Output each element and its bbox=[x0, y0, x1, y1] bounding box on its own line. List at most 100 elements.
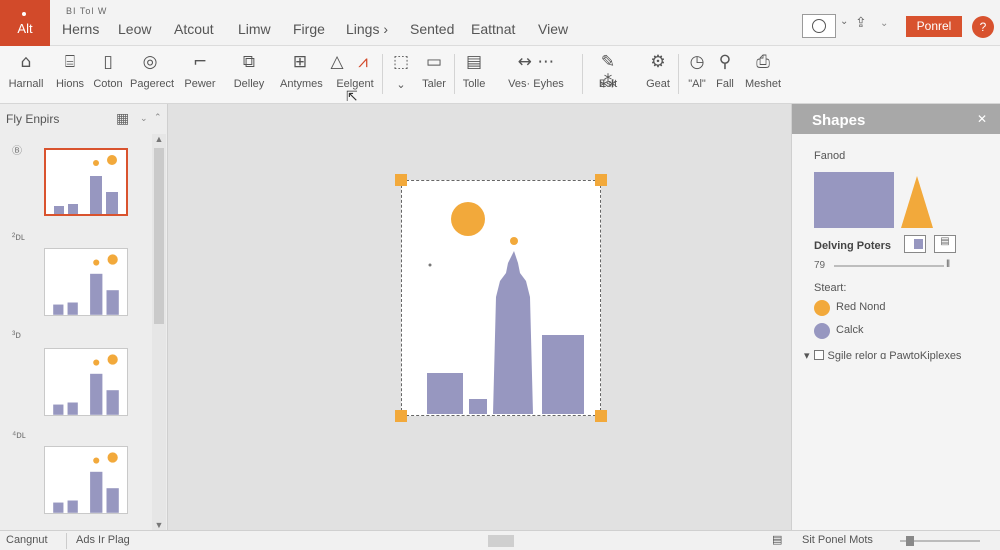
ribbon-divider bbox=[382, 54, 383, 94]
zoom-slider-thumb[interactable] bbox=[906, 536, 914, 546]
status-mid-text[interactable]: Ads Ir Plag bbox=[76, 534, 130, 546]
ribbon-button-eslt[interactable]: ✎ ⁂ Eslt bbox=[590, 50, 626, 98]
triangle-shape[interactable] bbox=[900, 174, 934, 230]
slide-thumbnail-3[interactable] bbox=[44, 348, 128, 416]
ribbon-button-coton[interactable]: ▯ Coton bbox=[93, 50, 122, 98]
arrow-shape-icon: ⩘ bbox=[358, 52, 368, 72]
table-icon: ▤ bbox=[465, 52, 483, 72]
menu-item-eattnat[interactable]: Eattnat bbox=[471, 21, 515, 37]
close-icon[interactable]: ✕ bbox=[977, 112, 987, 126]
thumbnail-preview bbox=[53, 254, 119, 315]
checkbox-icon[interactable] bbox=[813, 350, 824, 360]
menu-bar: Alt BI Tol W Herns Leow Atcout Limw Firg… bbox=[0, 0, 1000, 46]
scroll-down-icon[interactable]: ▼ bbox=[152, 520, 166, 530]
slide-thumbnail-4[interactable] bbox=[44, 446, 128, 514]
slide-illustration bbox=[427, 202, 584, 414]
thumbnails-title: Fly Enpirs bbox=[6, 112, 60, 126]
search-box[interactable] bbox=[802, 14, 836, 38]
chevron-down-icon[interactable]: ⌄ bbox=[840, 16, 848, 27]
options-checkbox[interactable]: ▾ Sgile relor ɑ PawtoKiplexes bbox=[804, 349, 961, 362]
ribbon-button-antymes[interactable]: ⊞ Antymes bbox=[280, 50, 323, 98]
gear-icon: ⚙ bbox=[650, 52, 666, 72]
ribbon-toolbar: ⌂ Harnall ⌸ Hions ▯ Coton ◎ Pagerect ⌐ Pewer … bbox=[0, 46, 1000, 104]
status-left-text: Cangnut bbox=[6, 534, 48, 546]
shapes-row-label: Delving Poters bbox=[814, 240, 892, 252]
resize-handle-top-right[interactable] bbox=[595, 174, 607, 186]
fill-style-button[interactable] bbox=[904, 235, 926, 253]
display-icon: ▭ bbox=[425, 52, 443, 72]
menu-item-limw[interactable]: Limw bbox=[238, 21, 271, 37]
ribbon-button-fall[interactable]: ⚲ Fall bbox=[712, 50, 738, 98]
rectangle-shape[interactable] bbox=[814, 172, 894, 228]
ribbon-button-taler[interactable]: ▭ Taler bbox=[420, 50, 448, 98]
shapes-section-label: Steart: bbox=[814, 282, 847, 294]
menu-item-view[interactable]: View bbox=[538, 21, 568, 37]
compass-icon: ◷ bbox=[689, 52, 705, 72]
menu-item-herns[interactable]: Herns bbox=[62, 21, 99, 37]
scroll-thumb[interactable] bbox=[154, 148, 164, 324]
shapes-subtitle: Fanod bbox=[814, 150, 846, 162]
slide-frame[interactable] bbox=[395, 174, 607, 422]
fill-swatch-icon bbox=[914, 239, 923, 249]
ribbon-button-al[interactable]: ◷ "Al" bbox=[684, 50, 710, 98]
printer-icon: ⎙ bbox=[756, 52, 770, 72]
grid-view-icon[interactable]: ▦ bbox=[116, 110, 129, 127]
app-dot-icon bbox=[22, 12, 26, 16]
ribbon-button-geat[interactable]: ⚙ Geat bbox=[644, 50, 672, 98]
slide-number: ²ᴅʟ bbox=[12, 232, 25, 243]
menu-top-strip: BI Tol W bbox=[66, 6, 108, 16]
color-dot-icon bbox=[814, 323, 830, 339]
menu-item-firge[interactable]: Firge bbox=[293, 21, 325, 37]
search-icon bbox=[812, 19, 826, 33]
thumbnails-scrollbar[interactable]: ▲ ▼ bbox=[152, 134, 166, 530]
horizontal-scroll-thumb[interactable] bbox=[488, 535, 514, 547]
ribbon-button-tolle[interactable]: ▤ Tolle bbox=[460, 50, 488, 98]
layout-style-button[interactable]: ▤ bbox=[934, 235, 956, 253]
color-dot-icon bbox=[814, 300, 830, 316]
chevron-down-icon: ⌄ bbox=[396, 79, 406, 91]
status-right-text[interactable]: Sit Ponel Mots bbox=[802, 534, 873, 546]
scroll-up-icon[interactable]: ▲ bbox=[152, 134, 166, 144]
divider-icon: ⌄ bbox=[880, 18, 889, 29]
resize-handle-bottom-left[interactable] bbox=[395, 410, 407, 422]
ribbon-button-triangle[interactable]: △ bbox=[326, 50, 348, 98]
menu-item-lings[interactable]: Lings › bbox=[346, 21, 388, 37]
ribbon-divider bbox=[582, 54, 583, 94]
ribbon-button-pagerect[interactable]: ◎ Pagerect bbox=[130, 50, 174, 98]
help-icon[interactable]: ? bbox=[972, 16, 994, 38]
resize-handle-bottom-right[interactable] bbox=[595, 410, 607, 422]
slide-number: ⁴ᴅʟ bbox=[12, 430, 26, 441]
ribbon-button-hions[interactable]: ⌸ Hions bbox=[56, 50, 84, 98]
app-menu-button[interactable]: Alt bbox=[0, 0, 50, 46]
ribbon-button-harnall[interactable]: ⌂ Harnall bbox=[9, 50, 44, 98]
pen-icon: ⌐ bbox=[192, 52, 208, 72]
chevron-down-icon[interactable]: ⌄ bbox=[140, 113, 148, 124]
menu-item-leow[interactable]: Leow bbox=[118, 21, 151, 37]
ribbon-button-comment[interactable]: ⬚ ⌄ bbox=[390, 50, 412, 98]
format-button[interactable]: Ponrel bbox=[906, 16, 962, 37]
slide-thumbnail-2[interactable] bbox=[44, 248, 128, 316]
app-menu-label: Alt bbox=[17, 21, 33, 36]
menu-item-atcout[interactable]: Atcout bbox=[174, 21, 214, 37]
menu-item-sented[interactable]: Sented bbox=[410, 21, 454, 37]
slide-number: ³ᴅ bbox=[12, 330, 21, 341]
thumbnail-preview bbox=[53, 354, 119, 415]
ribbon-button-meshet[interactable]: ⎙ Meshet bbox=[745, 50, 781, 98]
ribbon-button-pewer[interactable]: ⌐ Pewer bbox=[184, 50, 215, 98]
collapse-icon[interactable]: ⌃ bbox=[154, 112, 162, 123]
notes-icon[interactable]: ▤ bbox=[772, 533, 782, 546]
slider-handle[interactable]: ‖ bbox=[946, 259, 950, 270]
triangle-icon: △ bbox=[330, 52, 344, 72]
resize-handle-top-left[interactable] bbox=[395, 174, 407, 186]
status-bar: Cangnut Ads Ir Plag ▤ Sit Ponel Mots bbox=[0, 530, 1000, 550]
page-icon: ▯ bbox=[103, 52, 113, 72]
comment-icon: ⬚ bbox=[392, 52, 410, 72]
building-icon: ⌸ bbox=[64, 52, 76, 72]
thumbnail-preview bbox=[54, 155, 118, 214]
share-icon[interactable]: ⇪ bbox=[855, 14, 867, 31]
opacity-slider[interactable] bbox=[834, 265, 944, 267]
ribbon-button-delley[interactable]: ⧉ Delley bbox=[234, 50, 265, 98]
palette-icon: ◎ bbox=[142, 52, 158, 72]
ribbon-button-ves-eyhes[interactable]: ↔ ⋯ Ves· Eyhes bbox=[500, 50, 572, 98]
slide-thumbnail-1[interactable] bbox=[44, 148, 128, 216]
